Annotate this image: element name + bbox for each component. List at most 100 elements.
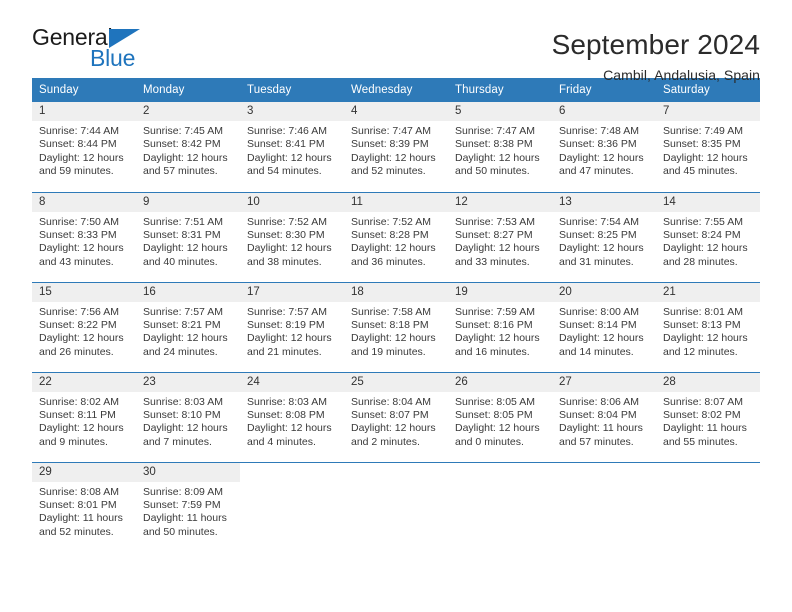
logo-word-blue: Blue <box>90 45 136 71</box>
day-number: 5 <box>448 102 552 121</box>
daylight-text-line2: and 33 minutes. <box>455 255 530 268</box>
day-details: Sunrise: 7:57 AM Sunset: 8:19 PM Daylight:… <box>240 302 344 360</box>
sunset-text: Sunset: 8:22 PM <box>39 318 117 331</box>
calendar-day-cell[interactable]: 10 Sunrise: 7:52 AM Sunset: 8:30 PM Dayligh… <box>240 191 344 282</box>
calendar-day-cell[interactable]: 4 Sunrise: 7:47 AM Sunset: 8:39 PM Daylight… <box>344 102 448 192</box>
daylight-text-line2: and 12 minutes. <box>663 345 738 358</box>
daylight-text-line2: and 57 minutes. <box>559 435 634 448</box>
calendar-day-cell[interactable]: 2 Sunrise: 7:45 AM Sunset: 8:42 PM Daylight… <box>136 102 240 192</box>
sunrise-text: Sunrise: 7:59 AM <box>455 305 535 318</box>
daylight-text-line2: and 52 minutes. <box>351 165 426 178</box>
sunrise-text: Sunrise: 7:53 AM <box>455 215 535 228</box>
day-details: Sunrise: 8:09 AM Sunset: 7:59 PM Daylight:… <box>136 482 240 540</box>
calendar-day-cell[interactable]: 7 Sunrise: 7:49 AM Sunset: 8:35 PM Daylight… <box>656 102 760 192</box>
daylight-text-line1: Daylight: 12 hours <box>39 332 124 345</box>
sunset-text: Sunset: 8:02 PM <box>663 408 741 421</box>
day-details: Sunrise: 7:59 AM Sunset: 8:16 PM Daylight:… <box>448 302 552 360</box>
daylight-text-line2: and 38 minutes. <box>247 255 322 268</box>
day-details: Sunrise: 8:02 AM Sunset: 8:11 PM Daylight:… <box>32 392 136 450</box>
daylight-text-line2: and 9 minutes. <box>39 435 108 448</box>
calendar-day-cell[interactable]: 13 Sunrise: 7:54 AM Sunset: 8:25 PM Dayligh… <box>552 191 656 282</box>
calendar-week-row: 1 Sunrise: 7:44 AM Sunset: 8:44 PM Daylight… <box>32 102 760 192</box>
calendar-day-cell[interactable]: 22 Sunrise: 8:02 AM Sunset: 8:11 PM Dayligh… <box>32 371 136 462</box>
day-details: Sunrise: 7:57 AM Sunset: 8:21 PM Daylight:… <box>136 302 240 360</box>
sunset-text: Sunset: 8:30 PM <box>247 228 325 241</box>
day-details: Sunrise: 8:06 AM Sunset: 8:04 PM Daylight:… <box>552 392 656 450</box>
sunset-text: Sunset: 8:21 PM <box>143 318 221 331</box>
weekday-header-tuesday: Tuesday <box>240 78 344 102</box>
day-details: Sunrise: 8:03 AM Sunset: 8:10 PM Daylight:… <box>136 392 240 450</box>
sunset-text: Sunset: 8:28 PM <box>351 228 429 241</box>
daylight-text-line2: and 21 minutes. <box>247 345 322 358</box>
title-block: September 2024 Cambil, Andalusia, Spain <box>552 26 760 83</box>
calendar-week-row: 8 Sunrise: 7:50 AM Sunset: 8:33 PM Daylight… <box>32 191 760 282</box>
calendar-body: 1 Sunrise: 7:44 AM Sunset: 8:44 PM Daylight… <box>32 102 760 552</box>
calendar-day-cell[interactable]: 16 Sunrise: 7:57 AM Sunset: 8:21 PM Dayligh… <box>136 281 240 372</box>
day-details: Sunrise: 8:08 AM Sunset: 8:01 PM Daylight:… <box>32 482 136 540</box>
calendar-day-cell[interactable]: 27 Sunrise: 8:06 AM Sunset: 8:04 PM Dayligh… <box>552 371 656 462</box>
sunrise-text: Sunrise: 8:03 AM <box>247 395 327 408</box>
calendar-day-cell[interactable]: 19 Sunrise: 7:59 AM Sunset: 8:16 PM Dayligh… <box>448 281 552 372</box>
calendar-day-cell[interactable]: 30 Sunrise: 8:09 AM Sunset: 7:59 PM Dayligh… <box>136 461 240 552</box>
sunset-text: Sunset: 8:04 PM <box>559 408 637 421</box>
day-number: 22 <box>32 372 136 392</box>
calendar-day-cell[interactable]: 26 Sunrise: 8:05 AM Sunset: 8:05 PM Dayligh… <box>448 371 552 462</box>
calendar-day-cell[interactable]: 20 Sunrise: 8:00 AM Sunset: 8:14 PM Dayligh… <box>552 281 656 372</box>
calendar-cell-empty <box>448 461 552 552</box>
generalblue-logo[interactable]: General Blue <box>32 26 148 72</box>
calendar-cell-empty <box>240 461 344 552</box>
day-number: 24 <box>240 372 344 392</box>
calendar-day-cell[interactable]: 15 Sunrise: 7:56 AM Sunset: 8:22 PM Dayligh… <box>32 281 136 372</box>
sunrise-text: Sunrise: 8:09 AM <box>143 485 223 498</box>
day-details: Sunrise: 8:05 AM Sunset: 8:05 PM Daylight:… <box>448 392 552 450</box>
daylight-text-line2: and 36 minutes. <box>351 255 426 268</box>
calendar-day-cell[interactable]: 24 Sunrise: 8:03 AM Sunset: 8:08 PM Dayligh… <box>240 371 344 462</box>
calendar-day-cell[interactable]: 8 Sunrise: 7:50 AM Sunset: 8:33 PM Daylight… <box>32 191 136 282</box>
calendar-day-cell[interactable]: 28 Sunrise: 8:07 AM Sunset: 8:02 PM Dayligh… <box>656 371 760 462</box>
sunset-text: Sunset: 8:16 PM <box>455 318 533 331</box>
calendar-day-cell[interactable]: 11 Sunrise: 7:52 AM Sunset: 8:28 PM Dayligh… <box>344 191 448 282</box>
calendar-page: General Blue September 2024 Cambil, Anda… <box>0 0 792 612</box>
day-number: 10 <box>240 192 344 212</box>
calendar-day-cell[interactable]: 12 Sunrise: 7:53 AM Sunset: 8:27 PM Dayligh… <box>448 191 552 282</box>
daylight-text-line1: Daylight: 12 hours <box>143 151 228 164</box>
sunset-text: Sunset: 8:27 PM <box>455 228 533 241</box>
calendar-day-cell[interactable]: 17 Sunrise: 7:57 AM Sunset: 8:19 PM Dayligh… <box>240 281 344 372</box>
sunset-text: Sunset: 8:41 PM <box>247 138 325 151</box>
sunrise-text: Sunrise: 8:08 AM <box>39 485 119 498</box>
sunrise-text: Sunrise: 7:50 AM <box>39 215 119 228</box>
calendar-day-cell[interactable]: 25 Sunrise: 8:04 AM Sunset: 8:07 PM Dayligh… <box>344 371 448 462</box>
sunrise-text: Sunrise: 8:02 AM <box>39 395 119 408</box>
day-details: Sunrise: 7:48 AM Sunset: 8:36 PM Daylight:… <box>552 121 656 179</box>
weekday-header-thursday: Thursday <box>448 78 552 102</box>
calendar-day-cell[interactable]: 9 Sunrise: 7:51 AM Sunset: 8:31 PM Daylight… <box>136 191 240 282</box>
daylight-text-line2: and 14 minutes. <box>559 345 634 358</box>
calendar-day-cell[interactable]: 23 Sunrise: 8:03 AM Sunset: 8:10 PM Dayligh… <box>136 371 240 462</box>
day-number: 28 <box>656 372 760 392</box>
calendar-day-cell[interactable]: 14 Sunrise: 7:55 AM Sunset: 8:24 PM Dayligh… <box>656 191 760 282</box>
weekday-header-monday: Monday <box>136 78 240 102</box>
day-number: 6 <box>552 102 656 121</box>
daylight-text-line1: Daylight: 12 hours <box>559 242 644 255</box>
day-details: Sunrise: 7:52 AM Sunset: 8:28 PM Daylight:… <box>344 212 448 270</box>
daylight-text-line1: Daylight: 12 hours <box>39 242 124 255</box>
day-details: Sunrise: 7:50 AM Sunset: 8:33 PM Daylight:… <box>32 212 136 270</box>
daylight-text-line2: and 52 minutes. <box>39 525 114 538</box>
calendar-day-cell[interactable]: 6 Sunrise: 7:48 AM Sunset: 8:36 PM Daylight… <box>552 102 656 192</box>
daylight-text-line2: and 2 minutes. <box>351 435 420 448</box>
sunrise-text: Sunrise: 7:57 AM <box>143 305 223 318</box>
calendar-day-cell[interactable]: 3 Sunrise: 7:46 AM Sunset: 8:41 PM Daylight… <box>240 102 344 192</box>
calendar-day-cell[interactable]: 1 Sunrise: 7:44 AM Sunset: 8:44 PM Daylight… <box>32 102 136 192</box>
daylight-text-line2: and 19 minutes. <box>351 345 426 358</box>
day-number: 1 <box>32 102 136 121</box>
day-number: 16 <box>136 282 240 302</box>
day-number: 17 <box>240 282 344 302</box>
daylight-text-line1: Daylight: 12 hours <box>247 422 332 435</box>
daylight-text-line2: and 7 minutes. <box>143 435 212 448</box>
sunrise-text: Sunrise: 7:45 AM <box>143 125 223 137</box>
calendar-day-cell[interactable]: 21 Sunrise: 8:01 AM Sunset: 8:13 PM Dayligh… <box>656 281 760 372</box>
calendar-day-cell[interactable]: 18 Sunrise: 7:58 AM Sunset: 8:18 PM Dayligh… <box>344 281 448 372</box>
calendar-day-cell[interactable]: 5 Sunrise: 7:47 AM Sunset: 8:38 PM Daylight… <box>448 102 552 192</box>
calendar-day-cell[interactable]: 29 Sunrise: 8:08 AM Sunset: 8:01 PM Dayligh… <box>32 461 136 552</box>
daylight-text-line1: Daylight: 12 hours <box>143 422 228 435</box>
